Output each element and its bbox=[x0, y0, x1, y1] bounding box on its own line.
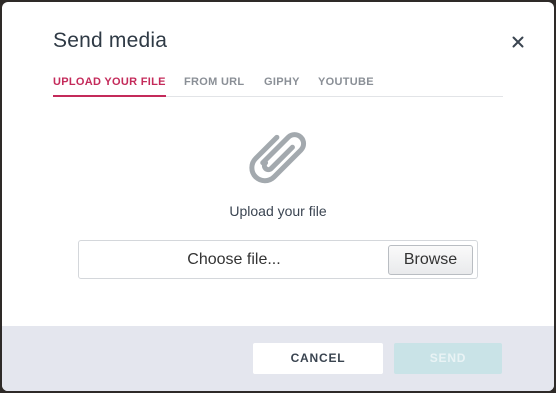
send-button[interactable]: SEND bbox=[394, 343, 502, 374]
dialog-title: Send media bbox=[53, 29, 168, 52]
tab-upload-your-file[interactable]: UPLOAD YOUR FILE bbox=[53, 76, 166, 97]
paperclip-icon bbox=[246, 122, 312, 188]
tab-bar: UPLOAD YOUR FILE FROM URL GIPHY YOUTUBE bbox=[53, 76, 503, 97]
upload-label: Upload your file bbox=[229, 203, 327, 219]
close-icon bbox=[512, 36, 524, 48]
tab-giphy[interactable]: GIPHY bbox=[264, 76, 300, 96]
tab-from-url[interactable]: FROM URL bbox=[184, 76, 244, 96]
close-button[interactable] bbox=[507, 31, 529, 53]
tab-youtube[interactable]: YOUTUBE bbox=[318, 76, 374, 96]
browse-button[interactable]: Browse bbox=[388, 245, 473, 275]
file-input-placeholder: Choose file... bbox=[187, 251, 281, 268]
cancel-button[interactable]: CANCEL bbox=[253, 343, 383, 374]
file-input[interactable]: Choose file... Browse bbox=[78, 240, 478, 279]
dialog-footer: CANCEL SEND bbox=[2, 326, 554, 391]
send-media-dialog: Send media UPLOAD YOUR FILE FROM URL GIP… bbox=[2, 2, 554, 391]
